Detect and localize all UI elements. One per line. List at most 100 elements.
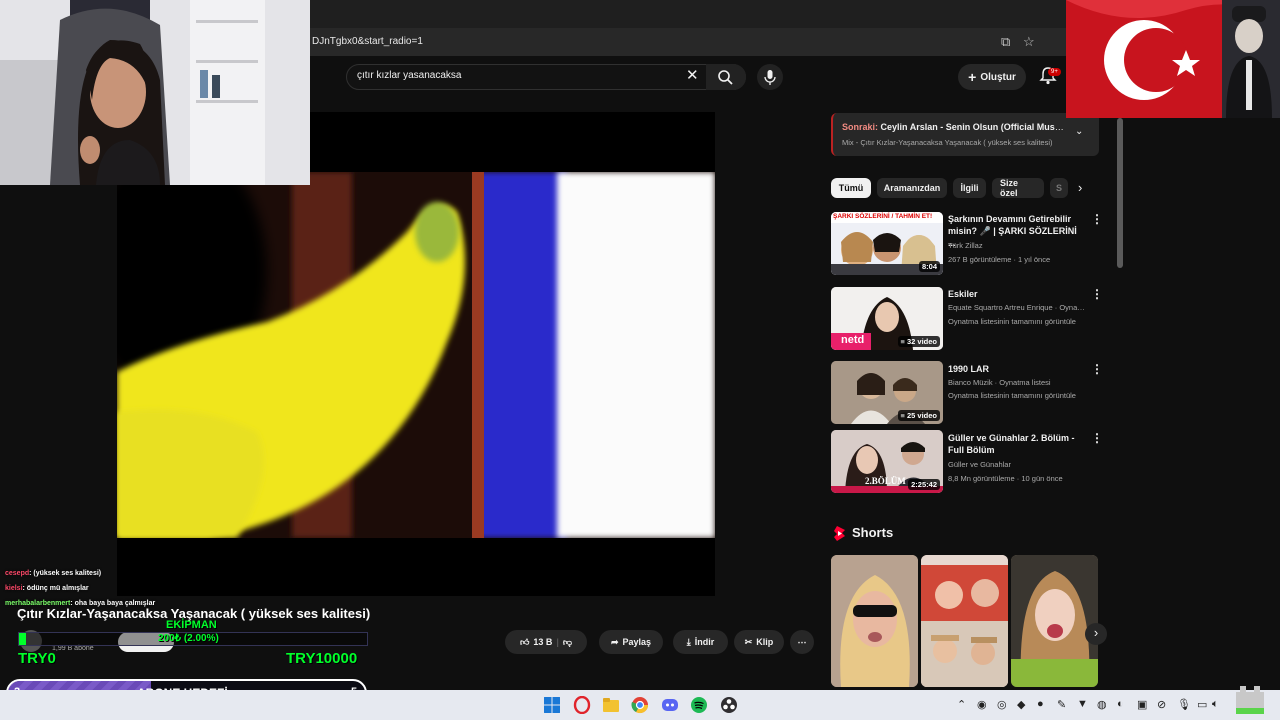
thumbs-up-icon[interactable]: 👍︎ xyxy=(520,637,529,648)
chat-message: kielsi: ödünç mü almışlar xyxy=(5,585,89,592)
rec-thumbnail[interactable]: netd ≡ 32 video xyxy=(831,287,943,350)
download-button[interactable]: ⤓ İndir xyxy=(673,630,728,654)
address-url[interactable]: DJnTgbx0&start_radio=1 xyxy=(312,36,423,47)
rec-channel[interactable]: Türk Zillaz xyxy=(948,241,1086,251)
short-card[interactable] xyxy=(921,555,1008,687)
discord-icon[interactable] xyxy=(661,696,679,714)
rec-thumbnail[interactable]: ŞARKI SÖZLERİNİ / TAHMİN ET! 8:04 xyxy=(831,212,943,275)
chip-for-you[interactable]: Size özel xyxy=(992,178,1044,198)
tray-app-icon[interactable]: ◐ xyxy=(1117,698,1124,710)
up-next-title: Ceylin Arslan - Senin Olsun (Official Mu… xyxy=(880,122,1064,132)
clip-label: Klip xyxy=(756,637,774,647)
thumbs-down-icon[interactable]: 👎︎ xyxy=(563,637,572,648)
install-icon[interactable]: ⧉ xyxy=(1001,34,1010,50)
more-vert-icon[interactable]: ⋮ xyxy=(1091,287,1103,301)
chat-user: merhabalarbenmert xyxy=(5,600,71,607)
plus-icon: + xyxy=(968,69,977,85)
spotify-icon[interactable] xyxy=(690,696,708,714)
chat-message: merhabalarbenmert: oha baya baya çalmışl… xyxy=(5,600,155,607)
up-next-prefix: Sonraki: xyxy=(842,122,879,132)
search-button[interactable] xyxy=(706,64,746,90)
rec-title[interactable]: Güller ve Günahlar 2. Bölüm - Full Bölüm xyxy=(948,432,1086,456)
rec-channel[interactable]: Equate Squartro Artreu Enrique · Oynatm.… xyxy=(948,303,1086,313)
chrome-browser-icon[interactable] xyxy=(631,696,649,714)
rec-title[interactable]: Eskiler xyxy=(948,288,1086,300)
short-thumbnail xyxy=(1011,555,1098,687)
rec-title[interactable]: 1990 LAR xyxy=(948,363,1086,375)
tray-app-icon[interactable]: ⊘ xyxy=(1157,698,1166,711)
pixel-art-overlay xyxy=(1232,682,1272,718)
steam-tray-icon[interactable]: ◎ xyxy=(997,698,1007,711)
short-thumbnail xyxy=(921,555,1008,687)
more-vert-icon[interactable]: ⋮ xyxy=(1091,362,1103,376)
chevron-right-icon[interactable]: › xyxy=(1078,180,1082,195)
tray-app-icon[interactable]: ◆ xyxy=(1017,698,1025,711)
video-count: 25 video xyxy=(906,411,937,420)
chip-from-search[interactable]: Aramanızdan xyxy=(877,178,947,198)
share-button[interactable]: ➦ Paylaş xyxy=(599,630,663,654)
network-icon[interactable]: ▭ xyxy=(1197,698,1207,711)
tray-app-icon[interactable]: ▣ xyxy=(1137,698,1147,711)
windows-start-icon[interactable] xyxy=(543,696,561,714)
clip-button[interactable]: ✂ Klip xyxy=(734,630,784,654)
rec-thumb-text: ŞARKI SÖZLERİNİ / TAHMİN ET! xyxy=(833,213,933,220)
rec-meta: 267 B görüntüleme · 1 yıl önce xyxy=(948,255,1051,264)
tray-app-icon[interactable]: ◉ xyxy=(977,698,987,711)
share-icon: ➦ xyxy=(610,636,619,647)
video-frame[interactable] xyxy=(117,172,715,538)
create-label: Oluştur xyxy=(980,71,1016,83)
like-dislike-group: 👍︎ 13 B | 👎︎ xyxy=(505,630,587,654)
chat-text: : (yüksek ses kalitesi) xyxy=(29,570,102,577)
tray-app-icon[interactable]: ✎ xyxy=(1057,698,1066,711)
rec-thumbnail[interactable]: ≡ 25 video xyxy=(831,361,943,424)
more-actions-button[interactable]: ⋯ xyxy=(790,630,814,654)
opera-browser-icon[interactable] xyxy=(573,696,591,714)
mix-playlist-card[interactable] xyxy=(831,113,1099,156)
video-count: 32 video xyxy=(906,337,937,346)
rec-meta[interactable]: Oynatma listesinin tamamını görüntüle xyxy=(948,391,1086,401)
rec-channel[interactable]: Bianco Müzik · Oynatma listesi xyxy=(948,378,1086,388)
shorts-next-button[interactable]: › xyxy=(1085,623,1107,645)
file-explorer-icon[interactable] xyxy=(602,696,620,714)
duration-badge: 8:04 xyxy=(918,261,940,272)
rec-channel[interactable]: Güller ve Günahlar xyxy=(948,460,1086,470)
chip-partial[interactable]: S xyxy=(1050,178,1068,198)
donation-goal-max: TRY10000 xyxy=(286,650,358,667)
webcam-overlay xyxy=(0,0,310,185)
short-card[interactable] xyxy=(1011,555,1098,687)
duration-badge: 2:25:42 xyxy=(908,479,940,490)
short-card[interactable] xyxy=(831,555,918,687)
tray-app-icon[interactable]: ◍ xyxy=(1097,698,1107,711)
rec-thumb-text: netd xyxy=(841,334,865,346)
more-vert-icon[interactable]: ⋮ xyxy=(1091,212,1103,226)
voice-search-button[interactable] xyxy=(757,64,783,90)
chevron-down-icon[interactable]: ⌄ xyxy=(1075,126,1083,137)
chip-related[interactable]: İlgili xyxy=(953,178,986,198)
video-count-badge: ≡ 25 video xyxy=(897,410,940,421)
turkish-flag-image xyxy=(1066,0,1280,118)
like-count[interactable]: 13 B xyxy=(533,637,552,647)
microphone-tray-icon[interactable]: 🎙︎ xyxy=(1177,698,1191,711)
volume-icon[interactable]: 🔈︎ xyxy=(1212,698,1219,711)
clear-search-icon[interactable]: ✕ xyxy=(686,66,699,84)
rec-thumb-text: 2.BÖLÜM xyxy=(865,476,906,486)
create-button[interactable]: + Oluştur xyxy=(958,64,1026,90)
webcam-feed-image xyxy=(0,0,310,185)
donation-goal-fill xyxy=(19,633,26,645)
up-next-text: Sonraki: Ceylin Arslan - Senin Olsun (Of… xyxy=(842,122,1064,132)
subscriber-count: 1,99 B abone xyxy=(52,645,94,652)
bookmark-star-icon[interactable]: ☆ xyxy=(1023,34,1035,50)
chip-all[interactable]: Tümü xyxy=(831,178,871,198)
rec-meta[interactable]: Oynatma listesinin tamamını görüntüle xyxy=(948,317,1086,327)
tray-overflow-chevron-icon[interactable]: ⌃ xyxy=(957,698,966,711)
scrollbar-thumb[interactable] xyxy=(1117,118,1123,268)
screen: DJnTgbx0&start_radio=1 ⧉ ☆ çıtır kızlar … xyxy=(0,0,1280,720)
more-vert-icon[interactable]: ⋮ xyxy=(1091,431,1103,445)
vpn-tray-icon[interactable]: ▼ xyxy=(1077,698,1088,710)
tray-app-icon[interactable]: ● xyxy=(1037,698,1044,710)
download-icon: ⤓ xyxy=(686,636,691,647)
rec-thumbnail[interactable]: 2.BÖLÜM 2:25:42 xyxy=(831,430,943,493)
search-input[interactable]: çıtır kızlar yasanacaksa xyxy=(357,70,461,81)
chat-user: cesepd xyxy=(5,570,30,577)
obs-studio-icon[interactable] xyxy=(720,696,738,714)
